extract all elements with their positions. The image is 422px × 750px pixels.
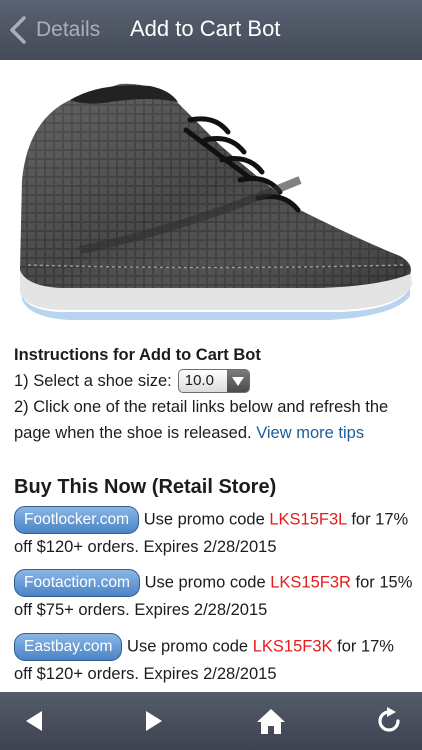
- page-title: Add to Cart Bot: [130, 16, 281, 41]
- shoe-size-value: 10.0: [184, 372, 214, 389]
- promo-code: LKS15F3R: [270, 573, 351, 592]
- navigation-bar: Details Add to Cart Bot: [0, 0, 422, 60]
- dropdown-arrow-icon: [226, 370, 249, 392]
- store-item-footaction: Footaction.com Use promo code LKS15F3R f…: [14, 569, 416, 624]
- chevron-left-icon: [10, 16, 26, 44]
- store-item-footlocker: Footlocker.com Use promo code LKS15F3L f…: [14, 506, 416, 561]
- back-arrow-icon[interactable]: [20, 706, 50, 736]
- footaction-button[interactable]: Footaction.com: [14, 569, 140, 597]
- store-item-eastbay: Eastbay.com Use promo code LKS15F3K for …: [14, 633, 416, 688]
- home-icon[interactable]: [256, 706, 286, 736]
- store-promo-prefix: Use promo code: [127, 637, 249, 656]
- step1-label: 1) Select a shoe size:: [14, 372, 172, 390]
- promo-code: LKS15F3K: [252, 637, 333, 656]
- back-button-label: Details: [36, 18, 101, 41]
- back-button[interactable]: Details: [8, 0, 100, 60]
- footlocker-button[interactable]: Footlocker.com: [14, 506, 140, 534]
- shoe-size-select[interactable]: 10.0: [177, 369, 250, 393]
- refresh-icon[interactable]: [374, 706, 404, 736]
- promo-code: LKS15F3L: [269, 510, 347, 529]
- product-image: [0, 60, 422, 338]
- bottom-toolbar: [0, 692, 422, 750]
- store-promo-prefix: Use promo code: [143, 510, 265, 529]
- instructions-title: Instructions for Add to Cart Bot: [14, 346, 261, 364]
- instructions-section: Instructions for Add to Cart Bot 1) Sele…: [14, 342, 414, 446]
- store-promo-prefix: Use promo code: [144, 573, 266, 592]
- step2-paragraph: 2) Click one of the retail links below a…: [14, 394, 414, 446]
- eastbay-button[interactable]: Eastbay.com: [14, 633, 123, 661]
- buy-section-title: Buy This Now (Retail Store): [14, 476, 277, 498]
- forward-arrow-icon[interactable]: [138, 706, 168, 736]
- view-more-tips-link[interactable]: View more tips: [256, 424, 364, 442]
- size-row: 1) Select a shoe size: 10.0: [14, 368, 414, 394]
